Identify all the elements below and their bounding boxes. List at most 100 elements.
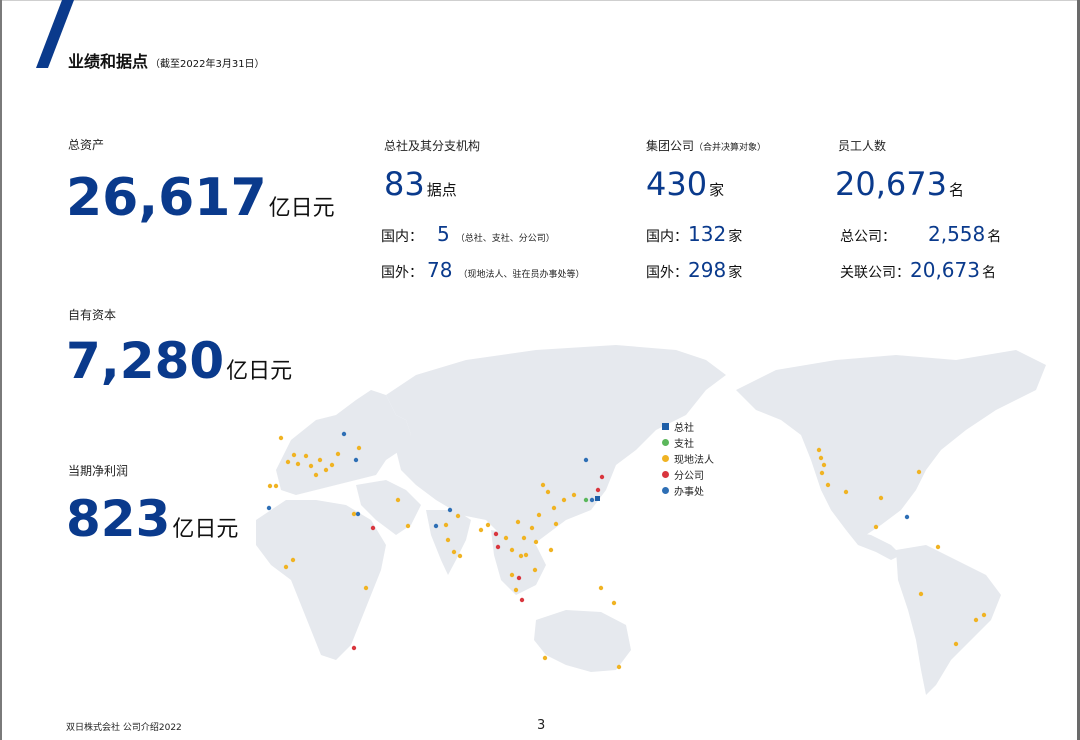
india-landmass: [426, 510, 471, 575]
location-dot-asia: [533, 539, 539, 545]
location-dot-asia: [536, 512, 542, 518]
location-dot-south-asia: [443, 522, 449, 528]
location-dot-europe: [317, 457, 323, 463]
north-america-landmass: [736, 350, 1046, 535]
total-assets-unit: 亿日元: [268, 196, 335, 221]
total-assets-number: 26,617: [66, 168, 267, 228]
net-income-label: 当期净利润: [68, 464, 129, 478]
employees-parent-unit: 名: [987, 229, 1002, 245]
legend-dot-icon: [662, 486, 669, 494]
group-overseas-unit: 家: [728, 265, 743, 281]
offices-overseas-value: 78: [427, 258, 453, 282]
location-dot-north-america: [821, 462, 827, 468]
location-dot-north-america: [904, 514, 910, 520]
location-dot-south-america: [973, 617, 979, 623]
page-title: 业绩和据点 （截至2022年3月31日）: [68, 48, 265, 72]
net-income-value: 823亿日元: [66, 494, 238, 544]
employees-parent-row: 总公司： 2,558 名: [840, 224, 1001, 244]
group-domestic-value: 132: [688, 222, 727, 246]
continents: [256, 345, 1046, 695]
location-dot-asia: [553, 521, 559, 527]
location-dot-oceania: [611, 600, 617, 606]
legend-dot-icon: [662, 438, 669, 446]
legend-label: 现地法人: [674, 454, 714, 466]
world-map: [256, 345, 1046, 695]
location-dot-asia: [509, 547, 515, 553]
location-dot-europe: [313, 472, 319, 478]
location-dot-asia: [503, 535, 509, 541]
location-dot-asia: [515, 519, 521, 525]
offices-value: 83 据点: [384, 168, 457, 200]
location-dot-asia: [523, 552, 529, 558]
group-value: 430 家: [646, 168, 724, 200]
legend-label: 分公司: [674, 470, 704, 482]
equity-number: 7,280: [66, 332, 225, 390]
location-dot-south-america: [935, 544, 941, 550]
location-dot-north-america: [878, 495, 884, 501]
location-dot-europe: [341, 431, 347, 437]
location-dot-asia: [478, 527, 484, 533]
group-label-note: （合并决算对象）: [694, 143, 767, 153]
group-domestic-unit: 家: [728, 229, 743, 245]
frame-left: [0, 0, 2, 740]
location-dot-africa: [283, 564, 289, 570]
location-dot-asia: [493, 531, 499, 537]
group-overseas-label: 国外：: [646, 265, 688, 281]
map-legend: 总社 支社 现地法人 分公司 办事处: [662, 418, 714, 498]
legend-square-icon: [662, 422, 669, 430]
location-dot-europe: [291, 452, 297, 458]
location-dot-asia: [551, 505, 557, 511]
employees-affiliate-row: 关联公司：20,673 名: [840, 260, 996, 280]
location-dot-europe: [273, 483, 279, 489]
net-income-number: 823: [66, 490, 171, 548]
location-dot-asia: [529, 525, 535, 531]
frame-top: [0, 0, 1080, 1]
location-dot-europe: [356, 445, 362, 451]
location-dot-north-america: [816, 447, 822, 453]
location-dot-europe: [278, 435, 284, 441]
employees-affiliate-value: 20,673: [910, 258, 980, 282]
offices-domestic-row: 国内： 5 （总社、支社、分公司）: [381, 224, 555, 244]
offices-overseas-row: 国外： 78 （现地法人、驻在员办事处等）: [381, 260, 584, 280]
offices-domestic-value: 5: [437, 222, 450, 246]
location-dot-asia: [521, 535, 527, 541]
location-dot-north-america: [843, 489, 849, 495]
location-dot-japan: [589, 497, 595, 503]
location-dot-asia: [561, 497, 567, 503]
location-dot-europe: [329, 462, 335, 468]
location-dot-europe: [285, 459, 291, 465]
group-domestic-label: 国内：: [646, 229, 688, 245]
offices-overseas-label: 国外：: [381, 265, 423, 281]
page-title-note: （截至2022年3月31日）: [150, 59, 265, 70]
location-dot-africa: [290, 557, 296, 563]
location-dot-asia: [545, 489, 551, 495]
location-dot-asia: [532, 567, 538, 573]
employees-parent-value: 2,558: [928, 222, 986, 246]
location-dot-middle-east: [355, 511, 361, 517]
location-dot-north-america: [873, 524, 879, 530]
location-dot-africa: [351, 645, 357, 651]
location-dot-europe: [266, 505, 272, 511]
location-dot-south-asia: [445, 537, 451, 543]
offices-overseas-note: （现地法人、驻在员办事处等）: [458, 270, 585, 280]
legend-item-branch: 支社: [662, 434, 714, 450]
location-dot-south-america: [918, 591, 924, 597]
group-overseas-value: 298: [688, 258, 727, 282]
employees-affiliate-unit: 名: [981, 265, 996, 281]
employees-number: 20,673: [835, 165, 947, 203]
total-assets-label: 总资产: [68, 138, 105, 152]
employees-label: 员工人数: [838, 139, 887, 153]
location-dot-north-america: [825, 482, 831, 488]
location-dot-japan: [583, 457, 589, 463]
location-dot-japan-hq: [595, 496, 600, 501]
employees-parent-label: 总公司：: [840, 229, 896, 245]
location-dot-south-asia: [447, 507, 453, 513]
location-dot-middle-east: [370, 525, 376, 531]
central-america-landmass: [846, 530, 901, 560]
location-dot-south-asia: [455, 513, 461, 519]
offices-unit: 据点: [426, 181, 457, 199]
location-dot-middle-east: [351, 511, 357, 517]
legend-label: 办事处: [674, 486, 704, 498]
location-dot-south-asia: [457, 553, 463, 559]
legend-item-hq: 总社: [662, 418, 714, 434]
